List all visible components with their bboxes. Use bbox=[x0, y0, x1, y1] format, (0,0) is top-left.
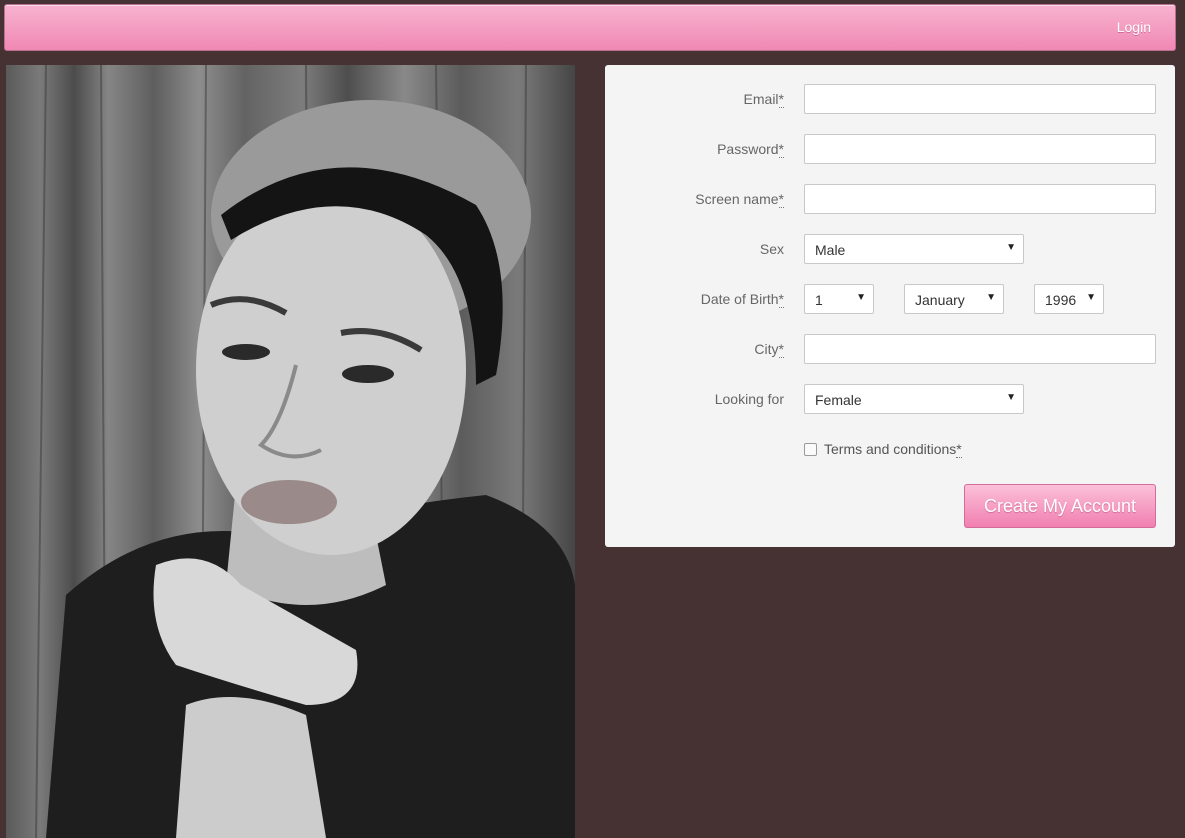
dropdown-arrow-icon: ▼ bbox=[856, 292, 866, 303]
city-row: City* bbox=[605, 334, 1175, 364]
date-of-birth-row: Date of Birth* 1 ▼ January ▼ 1996 ▼ bbox=[605, 284, 1175, 314]
password-label: Password* bbox=[717, 141, 784, 158]
profile-photo bbox=[6, 65, 575, 838]
screen-name-field[interactable] bbox=[804, 184, 1156, 214]
dropdown-arrow-icon: ▼ bbox=[1006, 392, 1016, 403]
required-mark: * bbox=[778, 191, 784, 208]
dropdown-arrow-icon: ▼ bbox=[986, 292, 996, 303]
required-mark: * bbox=[956, 441, 962, 458]
screen-name-label-text: Screen name bbox=[695, 191, 779, 207]
terms-label[interactable]: Terms and conditions* bbox=[824, 441, 962, 458]
sex-label: Sex bbox=[759, 241, 784, 257]
dropdown-arrow-icon: ▼ bbox=[1006, 242, 1016, 253]
top-navigation-bar: Login bbox=[4, 4, 1176, 51]
city-label-text: City bbox=[754, 341, 779, 357]
looking-for-selected-value: Female bbox=[815, 392, 862, 408]
login-link[interactable]: Login bbox=[1117, 19, 1151, 35]
email-label: Email* bbox=[743, 91, 784, 108]
birth-year-select[interactable]: 1996 ▼ bbox=[1034, 284, 1104, 314]
portrait-photo-icon bbox=[35, 65, 575, 838]
password-label-text: Password bbox=[717, 141, 779, 157]
date-of-birth-label: Date of Birth* bbox=[700, 291, 784, 308]
dropdown-arrow-icon: ▼ bbox=[1086, 292, 1096, 303]
screen-name-label: Screen name* bbox=[695, 191, 784, 208]
email-label-text: Email bbox=[743, 91, 779, 107]
looking-for-select[interactable]: Female ▼ bbox=[804, 384, 1024, 414]
required-mark: * bbox=[778, 141, 784, 158]
terms-row: Terms and conditions* bbox=[605, 434, 1175, 464]
terms-label-text: Terms and conditions bbox=[824, 441, 957, 457]
city-field[interactable] bbox=[804, 334, 1156, 364]
date-of-birth-label-text: Date of Birth bbox=[700, 291, 779, 307]
looking-for-row: Looking for Female ▼ bbox=[605, 384, 1175, 414]
terms-checkbox[interactable] bbox=[804, 443, 817, 456]
registration-form: Email* Password* Screen name* Sex Male ▼… bbox=[605, 65, 1175, 547]
create-account-button[interactable]: Create My Account bbox=[964, 484, 1156, 528]
sex-selected-value: Male bbox=[815, 242, 846, 258]
email-row: Email* bbox=[605, 84, 1175, 114]
password-field[interactable] bbox=[804, 134, 1156, 164]
email-field[interactable] bbox=[804, 84, 1156, 114]
birth-day-value: 1 bbox=[815, 292, 823, 308]
password-row: Password* bbox=[605, 134, 1175, 164]
birth-month-select[interactable]: January ▼ bbox=[904, 284, 1004, 314]
birth-month-value: January bbox=[915, 292, 965, 308]
required-mark: * bbox=[778, 341, 784, 358]
birth-year-value: 1996 bbox=[1045, 292, 1077, 308]
looking-for-label: Looking for bbox=[714, 391, 784, 407]
birth-day-select[interactable]: 1 ▼ bbox=[804, 284, 874, 314]
required-mark: * bbox=[778, 291, 784, 308]
sex-row: Sex Male ▼ bbox=[605, 234, 1175, 264]
screen-name-row: Screen name* bbox=[605, 184, 1175, 214]
required-mark: * bbox=[778, 91, 784, 108]
sex-select[interactable]: Male ▼ bbox=[804, 234, 1024, 264]
city-label: City* bbox=[754, 341, 784, 358]
